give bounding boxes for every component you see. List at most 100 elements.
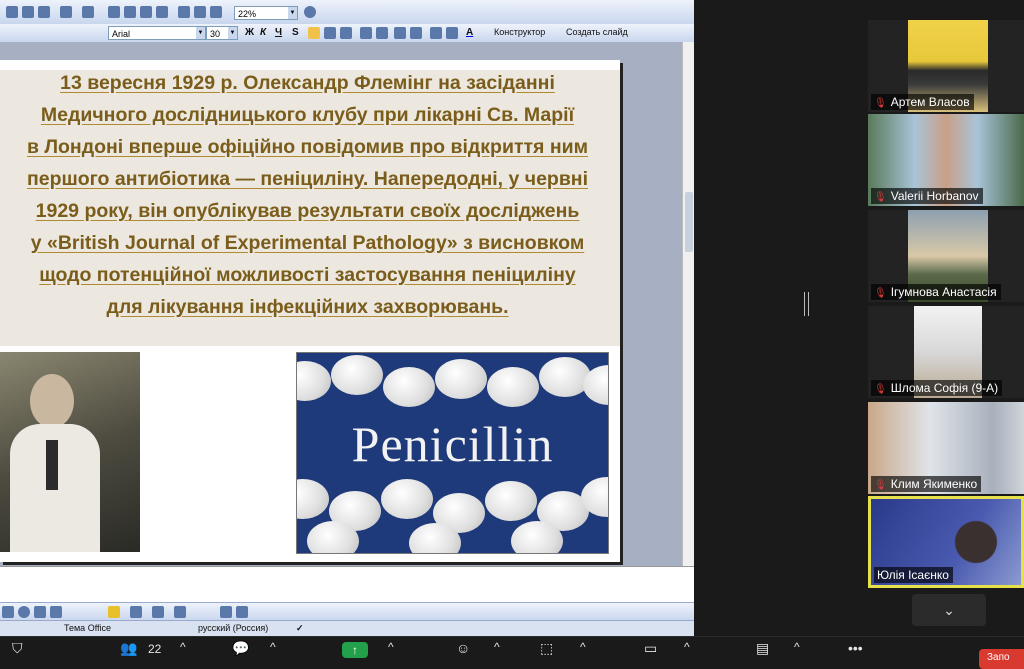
hyperlink-icon[interactable] <box>156 6 168 18</box>
textbox-icon[interactable] <box>34 606 46 618</box>
font-color-icon[interactable] <box>152 606 164 618</box>
increase-indent-icon[interactable] <box>446 27 458 39</box>
save-icon[interactable] <box>22 6 34 18</box>
chevron-up-icon[interactable]: ^ <box>684 640 690 654</box>
standard-toolbar: 22% ▼ <box>0 0 694 25</box>
chevron-up-icon[interactable]: ^ <box>494 640 500 654</box>
rectangle-icon[interactable] <box>2 606 14 618</box>
help-icon[interactable] <box>304 6 316 18</box>
participant-tile[interactable]: 🎙 Клим Якименко <box>868 402 1024 494</box>
slide-text-box[interactable]: 13 вересня 1929 р. Олександр Флемінг на … <box>0 70 620 346</box>
muted-mic-icon: 🎙 <box>874 480 887 491</box>
more-icon[interactable]: ••• <box>848 640 863 656</box>
font-name-select[interactable]: Arial ▼ <box>108 26 206 40</box>
slide[interactable]: 13 вересня 1929 р. Олександр Флемінг на … <box>0 60 620 562</box>
notes-pane[interactable] <box>0 566 694 603</box>
penicillin-image[interactable]: Penicillin <box>296 352 609 554</box>
chevron-up-icon[interactable]: ^ <box>388 640 394 654</box>
reactions-icon[interactable]: ☺ <box>456 640 470 656</box>
spellcheck-icon[interactable]: ✓ <box>296 623 304 634</box>
whiteboard-icon[interactable]: ▭ <box>644 640 657 657</box>
notes-icon[interactable]: ▤ <box>756 640 769 657</box>
participant-name: Valerii Horbanov <box>890 189 979 203</box>
zoom-select[interactable]: 22% ▼ <box>234 6 298 20</box>
new-slide-button[interactable]: Создать слайд <box>566 26 628 39</box>
formatting-toolbar: Arial ▼ 30 ▼ Ж К Ч S A Конструктор Созда… <box>0 24 694 43</box>
participant-name-bar: 🎙 Valerii Horbanov <box>871 188 983 204</box>
font-color-button[interactable]: A <box>466 26 473 39</box>
participant-tile[interactable]: 🎙 Шломa Софія (9-А) <box>868 306 1024 398</box>
chevron-down-icon: ▼ <box>288 7 297 19</box>
slide-text-line: 13 вересня 1929 р. Олександр Флемінг на … <box>60 72 555 94</box>
chevron-up-icon[interactable]: ^ <box>180 640 186 654</box>
participant-tile[interactable]: 🎙 Ігумнова Анастасія <box>868 210 1024 302</box>
participant-name-bar: 🎙 Шломa Софія (9-А) <box>871 380 1003 396</box>
shadow-style-icon[interactable] <box>220 606 232 618</box>
fleming-portrait-image[interactable] <box>0 352 140 552</box>
insert-chart-icon[interactable] <box>108 6 120 18</box>
active-speaker-tile[interactable]: Юлія Ісаєнко <box>868 496 1024 588</box>
arrow-up-icon: ↑ <box>352 643 358 657</box>
chevron-up-icon[interactable]: ^ <box>270 640 276 654</box>
slide-text-line: щодо потенційної можливості застосування… <box>39 264 576 286</box>
font-size-select[interactable]: 30 ▼ <box>206 26 238 40</box>
oval-icon[interactable] <box>18 606 30 618</box>
participant-name-bar: 🎙 Артем Власов <box>871 94 974 110</box>
open-icon[interactable] <box>6 6 18 18</box>
align-right-icon[interactable] <box>340 27 352 39</box>
insert-picture-icon[interactable] <box>140 6 152 18</box>
participant-tile[interactable]: 🎙 Артем Власов <box>868 20 1024 112</box>
align-left-icon[interactable] <box>308 27 320 39</box>
fill-color-icon[interactable] <box>108 606 120 618</box>
participant-name: Шломa Софія (9-А) <box>890 381 999 395</box>
scroll-thumb[interactable] <box>685 192 693 252</box>
participants-icon[interactable]: 👥 <box>120 640 137 657</box>
decrease-indent-icon[interactable] <box>430 27 442 39</box>
undo-icon[interactable] <box>60 6 72 18</box>
participant-name: Юлія Ісаєнко <box>877 568 949 582</box>
zoom-value: 22% <box>238 9 257 19</box>
designer-button[interactable]: Конструктор <box>494 26 545 39</box>
record-button[interactable]: Запо <box>979 649 1024 669</box>
print-icon[interactable] <box>38 6 50 18</box>
show-formatting-icon[interactable] <box>194 6 206 18</box>
participant-tile[interactable]: 🎙 Valerii Horbanov <box>868 114 1024 206</box>
participant-name-bar: Юлія Ісаєнко <box>874 567 953 583</box>
chevron-down-icon: ▼ <box>196 27 205 39</box>
security-icon[interactable]: ⛉ <box>12 640 23 657</box>
panel-splitter[interactable] <box>804 292 809 316</box>
numbering-icon[interactable] <box>360 27 372 39</box>
chevron-down-icon: ⌄ <box>943 602 955 618</box>
apps-icon[interactable]: ⬚ <box>540 640 553 657</box>
scroll-down-button[interactable]: ⌄ <box>912 594 986 626</box>
image-caption: Penicillin <box>351 416 554 472</box>
underline-button[interactable]: Ч <box>275 26 282 39</box>
chat-icon[interactable]: 💬 <box>232 640 249 657</box>
increase-font-icon[interactable] <box>394 27 406 39</box>
decrease-font-icon[interactable] <box>410 27 422 39</box>
line-style-icon[interactable] <box>174 606 186 618</box>
font-size-value: 30 <box>210 29 221 39</box>
font-name-value: Arial <box>112 29 131 39</box>
italic-button[interactable]: К <box>260 26 266 39</box>
participant-name-bar: 🎙 Клим Якименко <box>871 476 982 492</box>
vertical-scrollbar[interactable] <box>682 42 694 566</box>
slide-editing-area: 13 вересня 1929 р. Олександр Флемінг на … <box>0 42 682 566</box>
insert-table-icon[interactable] <box>124 6 136 18</box>
share-screen-button[interactable]: ↑ <box>342 642 368 658</box>
3d-style-icon[interactable] <box>236 606 248 618</box>
align-center-icon[interactable] <box>324 27 336 39</box>
chevron-up-icon[interactable]: ^ <box>580 640 586 654</box>
participant-name-bar: 🎙 Ігумнова Анастасія <box>871 284 1001 300</box>
grid-icon[interactable] <box>210 6 222 18</box>
line-color-icon[interactable] <box>130 606 142 618</box>
slide-text-line: для лікування інфекційних захворювань. <box>106 296 509 318</box>
participant-name: Артем Власов <box>890 95 970 109</box>
shadow-button[interactable]: S <box>292 26 299 39</box>
bullets-icon[interactable] <box>376 27 388 39</box>
chevron-up-icon[interactable]: ^ <box>794 640 800 654</box>
expand-icon[interactable] <box>178 6 190 18</box>
redo-icon[interactable] <box>82 6 94 18</box>
bold-button[interactable]: Ж <box>245 26 254 39</box>
wordart-icon[interactable] <box>50 606 62 618</box>
